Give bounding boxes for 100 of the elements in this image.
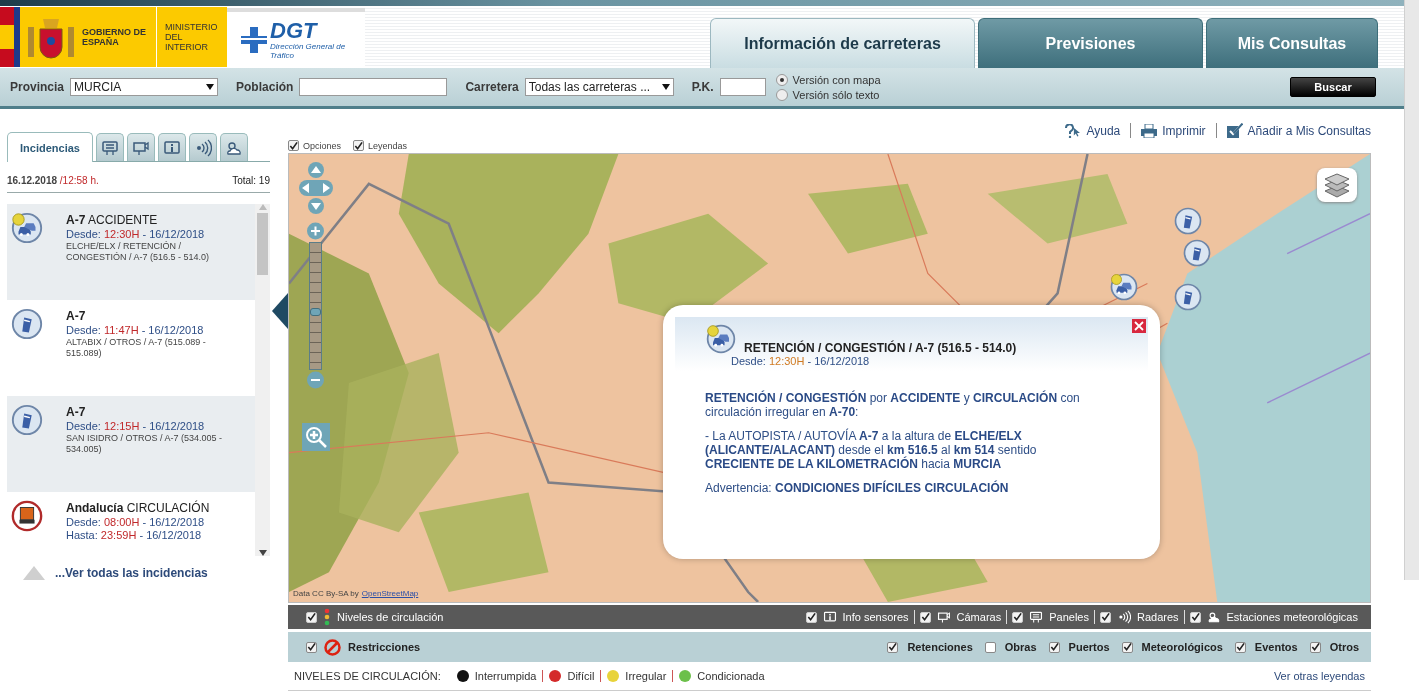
- scrollbar[interactable]: [255, 204, 270, 556]
- phone-marker-icon: [1173, 206, 1203, 236]
- nav-tab[interactable]: Mis Consultas: [1206, 18, 1378, 68]
- help-icon: [1065, 123, 1082, 138]
- checkbox[interactable]: [984, 641, 996, 653]
- weather-icon: [1206, 610, 1221, 624]
- filter-label: Obras: [1004, 641, 1037, 653]
- zoom-in-button[interactable]: [307, 222, 324, 240]
- radio-button[interactable]: [775, 88, 788, 101]
- toolbar-link[interactable]: Imprimir: [1130, 123, 1216, 138]
- layer-label: Niveles de circulación: [337, 611, 444, 623]
- checkbox[interactable]: [306, 641, 317, 653]
- attribution-link[interactable]: OpenStreetMap: [361, 589, 419, 598]
- dgt-subtitle: Dirección General de Tráfico: [270, 42, 347, 60]
- time-line: Desde: 12:15H - 16/12/2018: [66, 420, 206, 432]
- sidebar-tab[interactable]: [189, 133, 217, 161]
- time-line: Desde: 08:00H - 16/12/2018: [66, 516, 206, 528]
- incident-detail: ELCHE/ELX / RETENCIÓN / CONGESTIÓN / A-7 (516.5 - 514.0): [66, 241, 211, 263]
- popup-paragraph: RETENCIÓN / CONGESTIÓN por ACCIDENTE y CIRCULACIÓN con circulación irregular en A-70:: [705, 391, 1081, 419]
- checkbox-label: Leyendas: [368, 140, 408, 151]
- layers-button[interactable]: [1317, 168, 1357, 202]
- incident-detail: ALTABIX / OTROS / A-7 (515.089 - 515.089): [66, 337, 207, 359]
- traffic-light-icon: [324, 608, 330, 626]
- incident-title: Andalucía CIRCULACIÓN: [66, 501, 210, 515]
- sidebar-tab[interactable]: [96, 133, 124, 161]
- dropdown[interactable]: MURCIA: [70, 78, 219, 96]
- sidebar-tab[interactable]: Incidencias: [7, 132, 93, 162]
- zoom-thumb[interactable]: [310, 307, 321, 316]
- caret-icon: [661, 84, 670, 90]
- scroll-up-icon: [258, 204, 267, 210]
- checkbox-label: Opciones: [303, 140, 342, 151]
- incident-title: A-7: [66, 405, 87, 419]
- time-line: Hasta: 23:59H - 16/12/2018: [66, 529, 203, 541]
- radio-button[interactable]: [775, 73, 788, 86]
- checkbox[interactable]: [1012, 611, 1024, 623]
- flag-drawing: [0, 7, 14, 67]
- pan-control[interactable]: [299, 162, 333, 217]
- incident-item[interactable]: A-7 Desde: 11:47H - 16/12/2018 ALTABIX / OTROS / A-7 (515.089 - 515.089): [7, 300, 256, 396]
- input-field[interactable]: [299, 78, 448, 96]
- printer-icon: [1141, 123, 1158, 138]
- layer-label: Estaciones meteorológicas: [1226, 611, 1358, 623]
- checkbox[interactable]: [353, 140, 365, 151]
- field-label: Provincia: [10, 80, 65, 94]
- close-button[interactable]: [1132, 319, 1146, 333]
- zoom-slider[interactable]: [309, 242, 322, 370]
- zoom-box-button[interactable]: [302, 423, 330, 454]
- nav-tab[interactable]: Previsiones: [978, 18, 1203, 68]
- incident-item[interactable]: A-7 Desde: 12:15H - 16/12/2018 SAN ISIDRO / OTROS / A-7 (534.005 - 534.005): [7, 396, 256, 492]
- toolbar-link[interactable]: Añadir a Mis Consultas: [1215, 123, 1371, 138]
- incident-item[interactable]: Andalucía CIRCULACIÓN Desde: 08:00H - 16/12/2018 Hasta: 23:59H - 16/12/2018: [7, 492, 256, 556]
- info-sign-icon: [163, 138, 181, 157]
- checkbox[interactable]: [1048, 641, 1060, 653]
- nav-tab[interactable]: Información de carreteras: [710, 18, 975, 68]
- view-all-link[interactable]: ...Ver todas las incidencias: [55, 566, 208, 580]
- checkbox[interactable]: [887, 641, 899, 653]
- dgt-acronym: DGT: [270, 20, 319, 42]
- input-field[interactable]: [719, 78, 766, 96]
- layer-label: Cámaras: [956, 611, 1002, 623]
- sidebar-tab[interactable]: [158, 133, 186, 161]
- checkbox[interactable]: [1309, 641, 1321, 653]
- cross-icon: [241, 27, 267, 53]
- popup-paragraph: - La AUTOPISTA / AUTOVÍA A-7 a la altura de ELCHE/ELX (ALICANTE/ALACANT) desde el km 516.5 al km 514 sentido CRECIENTE DE LA KILOMETRACIÓN hacia MURCIA: [705, 429, 1038, 471]
- page-scrollbar[interactable]: [1404, 0, 1419, 580]
- legend-label: Irregular: [625, 670, 667, 682]
- eu-flag-drawing: [14, 7, 20, 67]
- sidebar-tab[interactable]: [220, 133, 248, 161]
- phone-icon: [10, 307, 44, 341]
- checked-box-icon: [1226, 123, 1243, 138]
- filter-label: Otros: [1329, 641, 1359, 653]
- checkbox[interactable]: [1234, 641, 1246, 653]
- more-legends-link[interactable]: Ver otras leyendas: [1273, 670, 1365, 682]
- legend-label: Interrumpida: [474, 670, 537, 682]
- checkbox[interactable]: [1121, 641, 1133, 653]
- phone-marker-icon: [1182, 238, 1212, 268]
- incident-title: A-7 ACCIDENTE: [66, 213, 159, 227]
- radio-label: Versión sólo texto: [792, 88, 880, 101]
- field-label: P.K.: [691, 80, 714, 94]
- checkbox[interactable]: [288, 140, 299, 151]
- incident-item[interactable]: A-7 ACCIDENTE Desde: 12:30H - 16/12/2018 ELCHE/ELX / RETENCIÓN / CONGESTIÓN / A-7 (516.5 - 514.0): [7, 204, 256, 300]
- layer-label: Paneles: [1049, 611, 1089, 623]
- toolbar-link[interactable]: Ayuda: [1055, 123, 1131, 138]
- radar-icon: [1116, 610, 1131, 624]
- layer-label: Radares: [1136, 611, 1179, 623]
- scroll-down-icon: [258, 550, 267, 556]
- filter-label: Retenciones: [907, 641, 973, 653]
- scroll-thumb[interactable]: [257, 213, 269, 275]
- info-sign-icon: [822, 610, 837, 624]
- sidebar-tab[interactable]: [127, 133, 155, 161]
- zoom-out-button[interactable]: [307, 371, 324, 389]
- radar-icon: [194, 138, 212, 157]
- car-icon: [10, 211, 44, 245]
- dropdown[interactable]: Todas las carreteras ...: [524, 78, 674, 96]
- legend-label: Difícil: [567, 670, 595, 682]
- phone-icon: [10, 403, 44, 437]
- filter-label: Eventos: [1254, 641, 1298, 653]
- search-button[interactable]: Buscar: [1290, 77, 1376, 97]
- layer-label: Info sensores: [842, 611, 909, 623]
- total-count: Total: 19: [232, 174, 270, 186]
- message-sign-icon: [1029, 610, 1044, 624]
- checkbox[interactable]: [306, 611, 317, 623]
